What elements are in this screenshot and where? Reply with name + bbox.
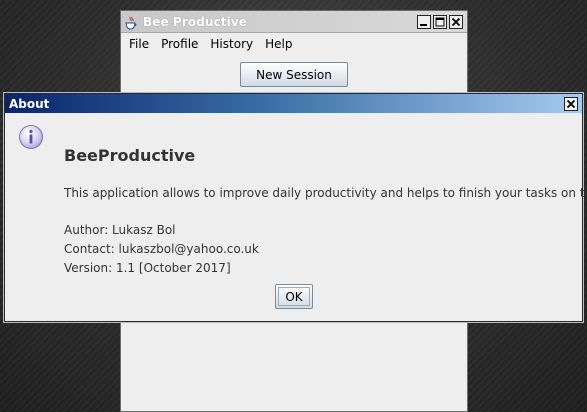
close-icon[interactable] — [449, 14, 463, 29]
contact-line: Contact: lukaszbol@yahoo.co.uk — [64, 242, 259, 256]
window-controls — [417, 14, 463, 29]
close-icon[interactable] — [564, 96, 578, 111]
about-dialog: About BeeProductive This application all… — [4, 93, 587, 322]
ok-button[interactable]: OK — [275, 284, 313, 309]
author-line: Author: Lukasz Bol — [64, 223, 176, 237]
about-titlebar[interactable]: About — [5, 94, 582, 113]
minimize-icon[interactable] — [417, 14, 431, 29]
ok-button-label: OK — [278, 287, 310, 306]
main-titlebar[interactable]: Bee Productive — [121, 11, 467, 33]
info-icon — [18, 124, 44, 150]
app-description: This application allows to improve daily… — [64, 186, 587, 200]
menu-file[interactable]: File — [123, 37, 155, 51]
maximize-icon[interactable] — [433, 14, 447, 29]
menu-help[interactable]: Help — [259, 37, 298, 51]
main-window-title: Bee Productive — [143, 14, 248, 29]
menu-history[interactable]: History — [204, 37, 259, 51]
version-line: Version: 1.1 [October 2017] — [64, 261, 231, 275]
java-cup-icon — [125, 15, 137, 30]
menu-bar: File Profile History Help — [121, 33, 467, 54]
new-session-button[interactable]: New Session — [240, 62, 348, 87]
app-name-heading: BeeProductive — [64, 146, 196, 165]
about-dialog-title: About — [9, 96, 50, 111]
menu-profile[interactable]: Profile — [155, 37, 204, 51]
